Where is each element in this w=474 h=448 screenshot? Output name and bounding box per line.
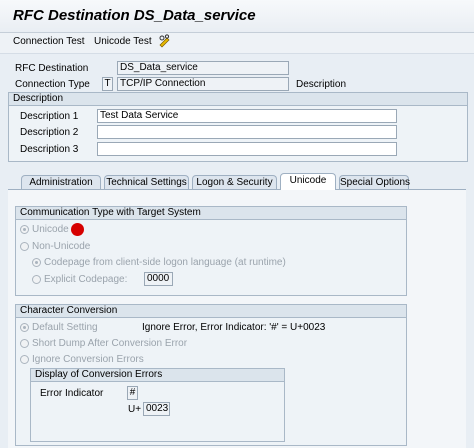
unicode-radio[interactable] (20, 225, 29, 234)
tab-technical-settings[interactable]: Technical Settings (104, 175, 189, 189)
default-setting-radio[interactable] (20, 323, 29, 332)
page-title: RFC Destination DS_Data_service (13, 7, 256, 24)
rfc-destination-field[interactable]: DS_Data_service (117, 61, 289, 75)
description-2-label: Description 2 (20, 127, 79, 138)
tab-administration[interactable]: Administration (21, 175, 101, 189)
pencil-glasses-icon[interactable] (158, 34, 172, 48)
tab-special-options[interactable]: Special Options (339, 175, 410, 189)
error-indicator-label: Error Indicator (40, 388, 104, 399)
tab-unicode[interactable]: Unicode (280, 173, 336, 190)
description-1-label: Description 1 (20, 111, 79, 122)
non-unicode-radio-label: Non-Unicode (32, 241, 91, 252)
connection-type-code-field[interactable]: T (102, 77, 113, 91)
connection-test-button[interactable]: Connection Test (13, 36, 85, 47)
red-marker-icon (71, 223, 84, 236)
unicode-radio-label: Unicode (32, 224, 69, 235)
rfc-destination-label: RFC Destination (15, 63, 89, 74)
short-dump-radio[interactable] (20, 339, 29, 348)
codepage-logon-radio-label: Codepage from client-side logon language… (44, 257, 286, 268)
non-unicode-radio[interactable] (20, 242, 29, 251)
connection-type-description-label: Description (296, 79, 347, 90)
default-setting-label: Default Setting (32, 322, 98, 333)
character-conversion-title: Character Conversion (16, 305, 406, 318)
ignore-conversion-errors-label: Ignore Conversion Errors (32, 354, 144, 365)
explicit-codepage-radio[interactable] (32, 275, 41, 284)
description-2-input[interactable] (97, 125, 397, 139)
display-conversion-errors-title: Display of Conversion Errors (31, 369, 284, 382)
description-group-title: Description (9, 93, 467, 106)
description-3-input[interactable] (97, 142, 397, 156)
short-dump-label: Short Dump After Conversion Error (32, 338, 188, 349)
ignore-conversion-errors-radio[interactable] (20, 355, 29, 364)
explicit-codepage-field[interactable]: 0000 (144, 272, 173, 286)
tab-logon-security[interactable]: Logon & Security (192, 175, 277, 189)
connection-type-field: TCP/IP Connection (117, 77, 289, 91)
unicode-test-button[interactable]: Unicode Test (94, 36, 152, 47)
unicode-prefix-label: U+ (128, 404, 142, 415)
ignore-error-indicator-text: Ignore Error, Error Indicator: '#' = U+0… (142, 322, 326, 333)
description-3-label: Description 3 (20, 144, 79, 155)
communication-type-title: Communication Type with Target System (16, 207, 406, 220)
codepage-logon-radio[interactable] (32, 258, 41, 267)
explicit-codepage-label: Explicit Codepage: (44, 274, 128, 285)
unicode-codepoint-field[interactable]: 0023 (143, 402, 170, 416)
error-indicator-field[interactable]: # (127, 386, 138, 400)
connection-type-label: Connection Type (15, 79, 90, 90)
description-1-input[interactable]: Test Data Service (97, 109, 397, 123)
